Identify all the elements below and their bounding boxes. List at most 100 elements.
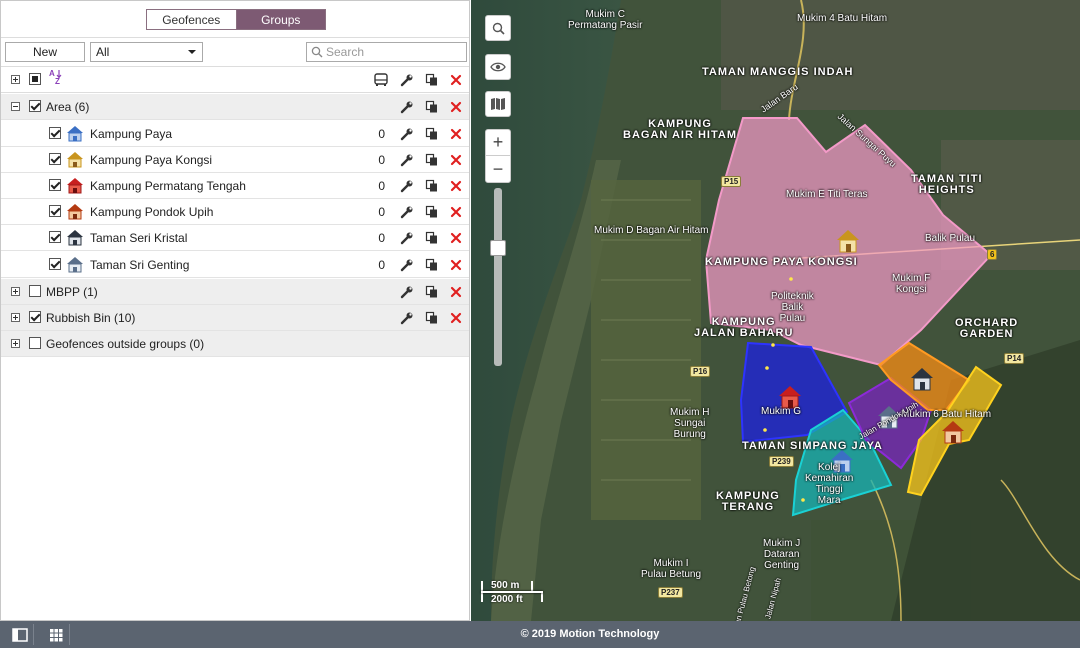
wrench-icon[interactable] xyxy=(399,126,415,142)
delete-icon[interactable] xyxy=(448,126,464,142)
house-dark-icon xyxy=(67,230,83,246)
zoom-out-button[interactable]: − xyxy=(486,156,510,182)
wrench-icon[interactable] xyxy=(399,99,415,115)
area-checkbox[interactable] xyxy=(49,231,61,243)
delete-icon[interactable] xyxy=(448,230,464,246)
wrench-icon[interactable] xyxy=(399,230,415,246)
area-checkbox[interactable] xyxy=(49,179,61,191)
map-view[interactable]: Mukim C Permatang Pasir Mukim 4 Batu Hit… xyxy=(471,0,1080,621)
map-label: KAMPUNG JALAN BAHARU xyxy=(694,316,794,339)
wrench-icon[interactable] xyxy=(399,72,415,88)
wrench-icon[interactable] xyxy=(399,284,415,300)
copy-icon[interactable] xyxy=(424,310,440,326)
bus-icon[interactable] xyxy=(373,72,389,88)
wrench-icon[interactable] xyxy=(399,152,415,168)
area-count: 0 xyxy=(378,178,385,193)
expand-all-icon[interactable] xyxy=(11,75,20,84)
filter-select-value: All xyxy=(96,45,110,59)
group-label: Rubbish Bin (10) xyxy=(46,310,136,325)
panel-toggle-button[interactable] xyxy=(6,624,34,645)
search-input[interactable]: Search xyxy=(306,42,467,62)
eye-icon xyxy=(490,62,506,72)
zoom-in-button[interactable]: + xyxy=(486,130,510,156)
map-label: Mukim E Titi Teras xyxy=(786,189,868,200)
copy-icon[interactable] xyxy=(424,126,440,142)
delete-icon[interactable] xyxy=(448,152,464,168)
map-label: TAMAN MANGGIS INDAH xyxy=(702,66,854,78)
zoom-slider-handle[interactable] xyxy=(490,240,506,256)
delete-icon[interactable] xyxy=(448,310,464,326)
tab-geofences[interactable]: Geofences xyxy=(146,9,236,30)
copy-icon[interactable] xyxy=(424,230,440,246)
area-count: 0 xyxy=(378,257,385,272)
group-row-area[interactable]: Area (6) xyxy=(1,94,469,120)
delete-icon[interactable] xyxy=(448,257,464,273)
area-count: 0 xyxy=(378,204,385,219)
map-icon xyxy=(491,98,505,110)
copy-icon[interactable] xyxy=(424,284,440,300)
area-checkbox[interactable] xyxy=(49,153,61,165)
map-layers-button[interactable] xyxy=(485,91,511,117)
delete-icon[interactable] xyxy=(448,178,464,194)
group-checkbox[interactable] xyxy=(29,337,41,349)
area-checkbox[interactable] xyxy=(49,258,61,270)
footer-bar: © 2019 Motion Technology xyxy=(0,621,1080,648)
area-checkbox[interactable] xyxy=(49,127,61,139)
map-label: Balik Pulau xyxy=(925,233,976,244)
group-checkbox[interactable] xyxy=(29,311,41,323)
delete-icon[interactable] xyxy=(448,72,464,88)
sort-az-icon[interactable]: AZ xyxy=(48,69,64,86)
group-row-outside-groups[interactable]: Geofences outside groups (0) xyxy=(1,331,469,357)
zoom-control: + − xyxy=(485,129,511,183)
area-row[interactable]: Taman Seri Kristal 0 xyxy=(1,225,469,251)
panel-layout-icon xyxy=(11,627,28,642)
wrench-icon[interactable] xyxy=(399,204,415,220)
house-orange-icon xyxy=(67,204,83,220)
delete-icon[interactable] xyxy=(448,204,464,220)
area-row[interactable]: Taman Sri Genting 0 xyxy=(1,252,469,278)
area-name: Kampung Paya Kongsi xyxy=(90,152,213,167)
expand-icon[interactable] xyxy=(11,287,20,296)
group-row-rubbish-bin[interactable]: Rubbish Bin (10) xyxy=(1,305,469,331)
wrench-icon[interactable] xyxy=(399,310,415,326)
delete-icon[interactable] xyxy=(448,284,464,300)
area-row[interactable]: Kampung Permatang Tengah 0 xyxy=(1,173,469,199)
scale-imperial: 2000 ft xyxy=(491,594,523,605)
house-grey-icon xyxy=(67,257,83,273)
filter-select[interactable]: All xyxy=(90,42,203,62)
zoom-slider-track[interactable] xyxy=(494,188,502,366)
road-shield: P239 xyxy=(769,456,794,467)
group-row-mbpp[interactable]: MBPP (1) xyxy=(1,279,469,305)
tab-groups[interactable]: Groups xyxy=(235,9,326,30)
area-row[interactable]: Kampung Pondok Upih 0 xyxy=(1,199,469,225)
new-button[interactable]: New xyxy=(5,42,85,62)
collapse-icon[interactable] xyxy=(11,102,20,111)
map-label: KAMPUNG TERANG xyxy=(716,490,780,513)
app-window: Geofences Groups New All Search AZ Area … xyxy=(0,0,1080,648)
area-checkbox[interactable] xyxy=(49,205,61,217)
delete-icon[interactable] xyxy=(448,99,464,115)
map-label: Mukim 4 Batu Hitam xyxy=(797,13,888,24)
copy-icon[interactable] xyxy=(424,257,440,273)
copy-icon[interactable] xyxy=(424,99,440,115)
area-row[interactable]: Kampung Paya Kongsi 0 xyxy=(1,147,469,173)
expand-icon[interactable] xyxy=(11,313,20,322)
map-label: Mukim D Bagan Air Hitam xyxy=(594,225,709,236)
copy-icon[interactable] xyxy=(424,178,440,194)
tab-bar: Geofences Groups xyxy=(146,9,326,30)
map-search-button[interactable] xyxy=(485,15,511,41)
wrench-icon[interactable] xyxy=(399,178,415,194)
group-checkbox[interactable] xyxy=(29,285,41,297)
expand-icon[interactable] xyxy=(11,339,20,348)
map-label: TAMAN TITI HEIGHTS xyxy=(911,173,983,196)
copy-icon[interactable] xyxy=(424,204,440,220)
select-all-checkbox[interactable] xyxy=(29,73,41,85)
map-visibility-button[interactable] xyxy=(485,54,511,80)
wrench-icon[interactable] xyxy=(399,257,415,273)
copy-icon[interactable] xyxy=(424,152,440,168)
group-checkbox[interactable] xyxy=(29,100,41,112)
copy-icon[interactable] xyxy=(424,72,440,88)
area-row[interactable]: Kampung Paya 0 xyxy=(1,121,469,147)
map-label: Mukim G xyxy=(761,406,801,417)
house-red-icon xyxy=(67,178,83,194)
